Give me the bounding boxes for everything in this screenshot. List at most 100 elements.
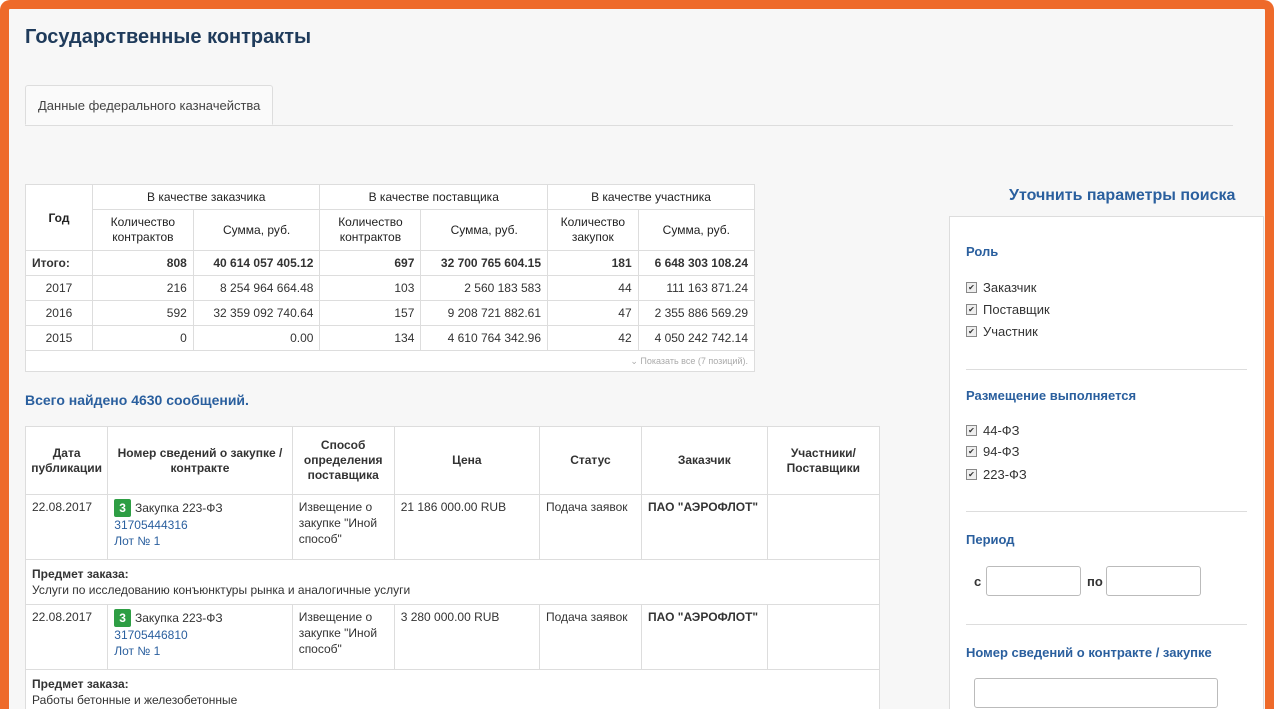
lot-link[interactable]: Лот № 1 — [114, 644, 160, 658]
checkbox-participant[interactable]: ✔ Участник — [966, 324, 1038, 339]
cell-price: 3 280 000.00 RUB — [393, 604, 540, 670]
subject-text: Работы бетонные и железобетонные — [32, 693, 238, 708]
summary-row: 2015 0 0.00 134 4 610 764 342.96 42 4 05… — [25, 325, 756, 351]
summary-row: 2016 592 32 359 092 740.64 157 9 208 721… — [25, 300, 756, 326]
checkbox-customer[interactable]: ✔ Заказчик — [966, 280, 1036, 295]
cell-value: 0.00 — [192, 325, 321, 351]
cell-value: 32 359 092 740.64 — [192, 300, 321, 326]
col-price: Цена — [393, 426, 540, 495]
cell-value: 181 — [547, 250, 639, 276]
cell-value: 8 254 964 664.48 — [192, 275, 321, 301]
cell-value: 134 — [319, 325, 422, 351]
col-customer: Заказчик — [640, 426, 768, 495]
checkbox-checked-icon[interactable]: ✔ — [966, 326, 977, 337]
checkbox-94fz[interactable]: ✔ 94-ФЗ — [966, 444, 1020, 459]
cell-number: 3 Закупка 223-ФЗ 31705444316 Лот № 1 — [107, 494, 293, 560]
cell-value: 2 560 183 583 — [420, 275, 549, 301]
cell-status: Подача заявок — [538, 494, 642, 560]
cell-date: 22.08.2017 — [24, 494, 109, 560]
procurement-type: Закупка 223-ФЗ — [134, 501, 223, 515]
cell-value: 216 — [91, 275, 194, 301]
cell-customer: ПАО "АЭРОФЛОТ" — [640, 494, 768, 560]
placement-title: Размещение выполняется — [966, 388, 1137, 403]
subcol-count: Количество контрактов — [319, 209, 422, 251]
cell-method: Извещение о закупке "Иной способ" — [291, 604, 395, 670]
cell-participants — [766, 604, 881, 670]
cell-year: Итого: — [25, 250, 93, 276]
subcol-count: Количество закупок — [547, 209, 639, 251]
period-from-input[interactable] — [986, 566, 1081, 596]
cell-year: 2017 — [25, 275, 93, 301]
checkbox-checked-icon[interactable]: ✔ — [966, 469, 977, 480]
group-supplier: В качестве поставщика — [319, 184, 549, 210]
checkbox-checked-icon[interactable]: ✔ — [966, 425, 977, 436]
page-title: Государственные контракты — [25, 26, 312, 48]
cell-participants — [766, 494, 881, 560]
period-to-label: по — [1087, 574, 1103, 589]
summary-table: Год В качестве заказчика В качестве пост… — [25, 184, 756, 372]
summary-row: 2017 216 8 254 964 664.48 103 2 560 183 … — [25, 275, 756, 301]
subcol-sum: Сумма, руб. — [637, 209, 756, 251]
procurement-type: Закупка 223-ФЗ — [134, 611, 223, 625]
group-participant: В качестве участника — [547, 184, 755, 210]
cell-value: 592 — [91, 300, 194, 326]
col-number: Номер сведений о закупке / контракте — [107, 426, 293, 495]
checkbox-checked-icon[interactable]: ✔ — [966, 282, 977, 293]
summary-row-total: Итого: 808 40 614 057 405.12 697 32 700 … — [25, 250, 756, 276]
cell-value: 42 — [547, 325, 639, 351]
table-row-subject: Предмет заказа: Работы бетонные и железо… — [25, 669, 880, 709]
divider — [966, 369, 1247, 370]
cell-value: 4 050 242 742.14 — [637, 325, 756, 351]
cell-value: 47 — [547, 300, 639, 326]
divider — [966, 624, 1247, 625]
stage-badge: 3 — [114, 609, 131, 628]
show-all-link[interactable]: ⌄ Показать все (7 позиций). — [25, 350, 755, 372]
cell-value: 808 — [91, 250, 194, 276]
cell-value: 9 208 721 882.61 — [420, 300, 549, 326]
browser-frame: Государственные контракты Данные федерал… — [0, 0, 1274, 709]
contract-number-title: Номер сведений о контракте / закупке — [966, 645, 1212, 660]
procurement-number-link[interactable]: 31705444316 — [114, 518, 187, 532]
subject-label: Предмет заказа: — [32, 567, 129, 581]
checkbox-supplier[interactable]: ✔ Поставщик — [966, 302, 1050, 317]
divider — [966, 511, 1247, 512]
cell-value: 6 648 303 108.24 — [637, 250, 756, 276]
cell-year: 2016 — [25, 300, 93, 326]
checkbox-44fz[interactable]: ✔ 44-ФЗ — [966, 423, 1020, 438]
cell-method: Извещение о закупке "Иной способ" — [291, 494, 395, 560]
col-year: Год — [25, 184, 93, 251]
lot-link[interactable]: Лот № 1 — [114, 534, 160, 548]
checkbox-223fz[interactable]: ✔ 223-ФЗ — [966, 467, 1027, 482]
period-to-input[interactable] — [1106, 566, 1201, 596]
table-row: 22.08.2017 3 Закупка 223-ФЗ 31705446810 Л… — [24, 604, 881, 670]
cell-status: Подача заявок — [538, 604, 642, 670]
procurement-number-link[interactable]: 31705446810 — [114, 628, 187, 642]
subject-text: Услуги по исследованию конъюнктуры рынка… — [32, 583, 411, 598]
checkbox-checked-icon[interactable]: ✔ — [966, 304, 977, 315]
tab-federal-treasury[interactable]: Данные федерального казначейства — [25, 85, 274, 125]
cell-customer: ПАО "АЭРОФЛОТ" — [640, 604, 768, 670]
contract-number-input[interactable] — [974, 678, 1218, 708]
cell-value: 157 — [319, 300, 422, 326]
results-count: Всего найдено 4630 сообщений. — [25, 392, 249, 408]
subcol-sum: Сумма, руб. — [192, 209, 321, 251]
cell-number: 3 Закупка 223-ФЗ 31705446810 Лот № 1 — [107, 604, 293, 670]
tab-bar: Данные федерального казначейства — [25, 85, 1233, 126]
cell-value: 0 — [91, 325, 194, 351]
cell-year: 2015 — [25, 325, 93, 351]
cell-value: 44 — [547, 275, 639, 301]
cell-value: 2 355 886 569.29 — [637, 300, 756, 326]
role-title: Роль — [966, 244, 999, 259]
subcol-sum: Сумма, руб. — [420, 209, 549, 251]
subject-label: Предмет заказа: — [32, 677, 129, 691]
cell-value: 697 — [319, 250, 422, 276]
cell-value: 4 610 764 342.96 — [420, 325, 549, 351]
filter-panel: Роль ✔ Заказчик ✔ Поставщик ✔ Участник Разм… — [949, 216, 1264, 709]
cell-value: 32 700 765 604.15 — [420, 250, 549, 276]
checkbox-checked-icon[interactable]: ✔ — [966, 446, 977, 457]
results-table: Дата публикации Номер сведений о закупке… — [24, 426, 881, 709]
stage-badge: 3 — [114, 499, 131, 518]
cell-value: 40 614 057 405.12 — [192, 250, 321, 276]
group-customer: В качестве заказчика — [91, 184, 321, 210]
period-from-label: с — [974, 574, 982, 589]
